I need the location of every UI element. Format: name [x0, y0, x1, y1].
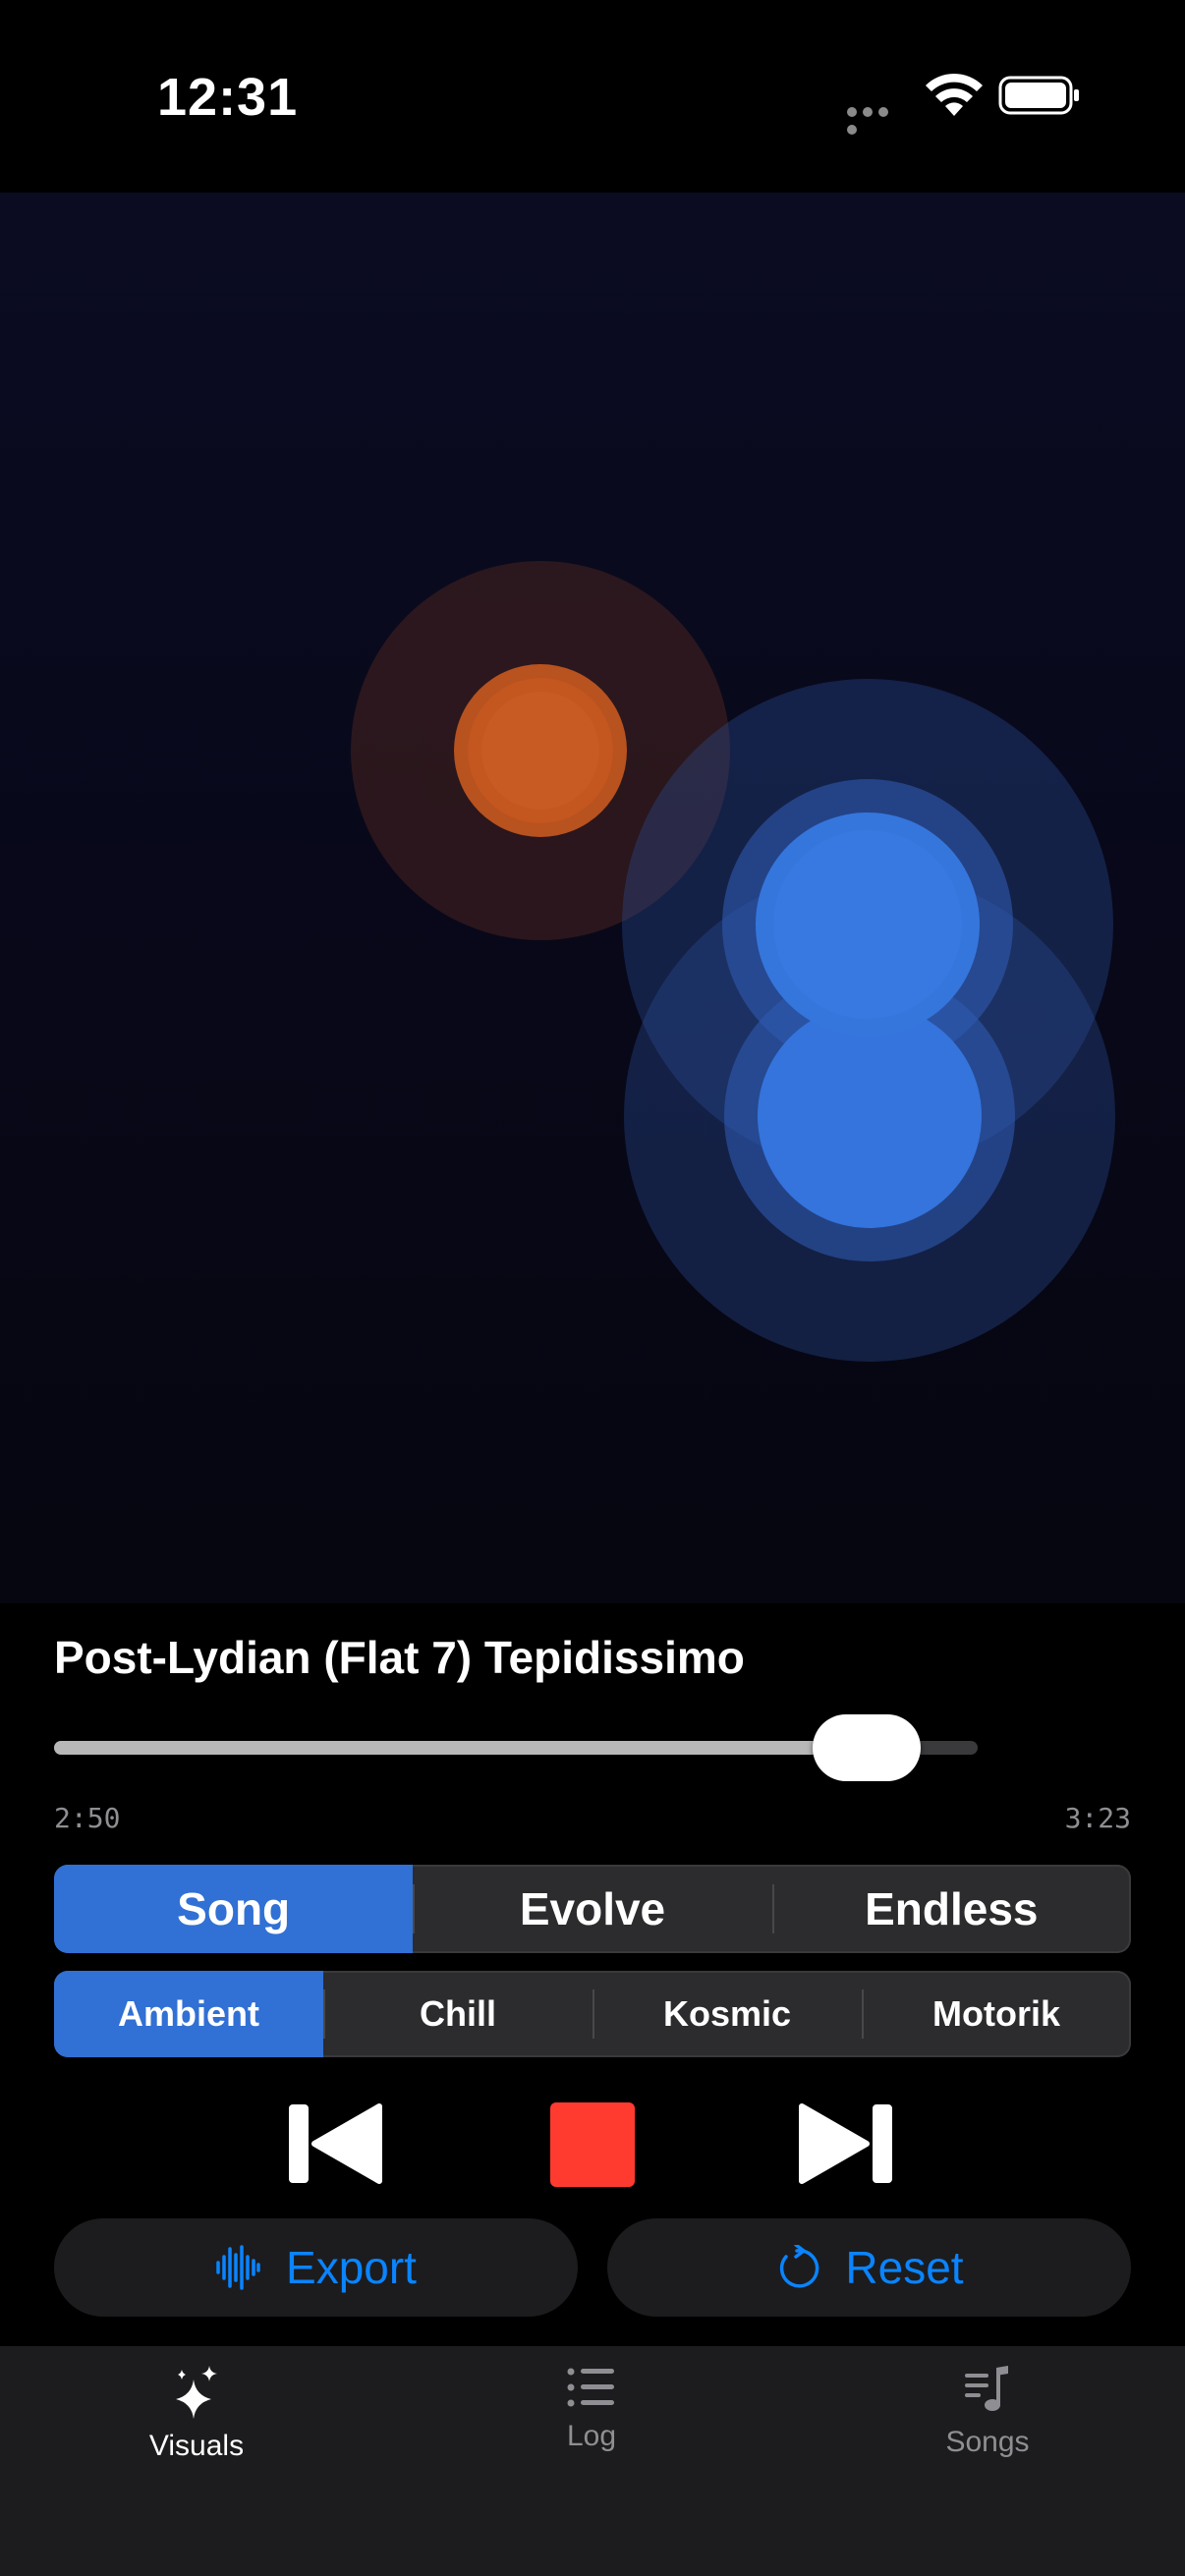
mode-segmented-control: Song Evolve Endless	[54, 1865, 1131, 1953]
status-time: 12:31	[157, 68, 299, 127]
music-list-icon	[965, 2366, 1008, 2411]
segment-kosmic[interactable]: Kosmic	[592, 1971, 862, 2057]
next-track-button[interactable]	[798, 2102, 896, 2185]
segment-song[interactable]: Song	[54, 1865, 414, 1953]
tab-bar: Visuals Log Songs	[0, 2346, 1185, 2576]
segment-chill[interactable]: Chill	[323, 1971, 592, 2057]
battery-icon	[998, 76, 1079, 115]
tab-visuals[interactable]: Visuals	[49, 2366, 344, 2463]
tab-visuals-label: Visuals	[148, 2430, 245, 2462]
progress-slider-fill	[54, 1741, 868, 1755]
reset-arrow-icon	[780, 2245, 819, 2288]
export-label: Export	[286, 2242, 417, 2293]
total-duration: 3:23	[1064, 1802, 1131, 1834]
segment-ambient[interactable]: Ambient	[54, 1971, 323, 2057]
segment-evolve[interactable]: Evolve	[413, 1865, 771, 1953]
list-icon	[567, 2368, 614, 2407]
sparkles-icon	[176, 2366, 217, 2419]
elapsed-time: 2:50	[54, 1802, 121, 1834]
tab-log[interactable]: Log	[444, 2366, 739, 2453]
reset-label: Reset	[845, 2242, 964, 2293]
song-title: Post-Lydian (Flat 7) Tepidissimo	[54, 1632, 745, 1683]
export-button[interactable]: Export	[54, 2218, 578, 2317]
progress-slider-thumb[interactable]	[813, 1714, 922, 1781]
visualizer-canvas[interactable]	[0, 193, 1185, 1603]
previous-track-button[interactable]	[285, 2102, 383, 2185]
segment-motorik[interactable]: Motorik	[862, 1971, 1131, 2057]
tab-songs-label: Songs	[945, 2426, 1030, 2458]
style-segmented-control: Ambient Chill Kosmic Motorik	[54, 1971, 1131, 2057]
cellular-signal-icon	[847, 104, 908, 135]
tab-songs[interactable]: Songs	[840, 2366, 1135, 2459]
status-bar: 12:31	[0, 0, 1185, 193]
tab-log-label: Log	[566, 2420, 617, 2452]
segment-endless[interactable]: Endless	[771, 1865, 1131, 1953]
visualizer-orbs	[351, 561, 1115, 1362]
wifi-icon	[926, 73, 983, 116]
waveform-icon	[216, 2245, 260, 2290]
reset-button[interactable]: Reset	[607, 2218, 1131, 2317]
stop-button[interactable]	[550, 2102, 635, 2187]
